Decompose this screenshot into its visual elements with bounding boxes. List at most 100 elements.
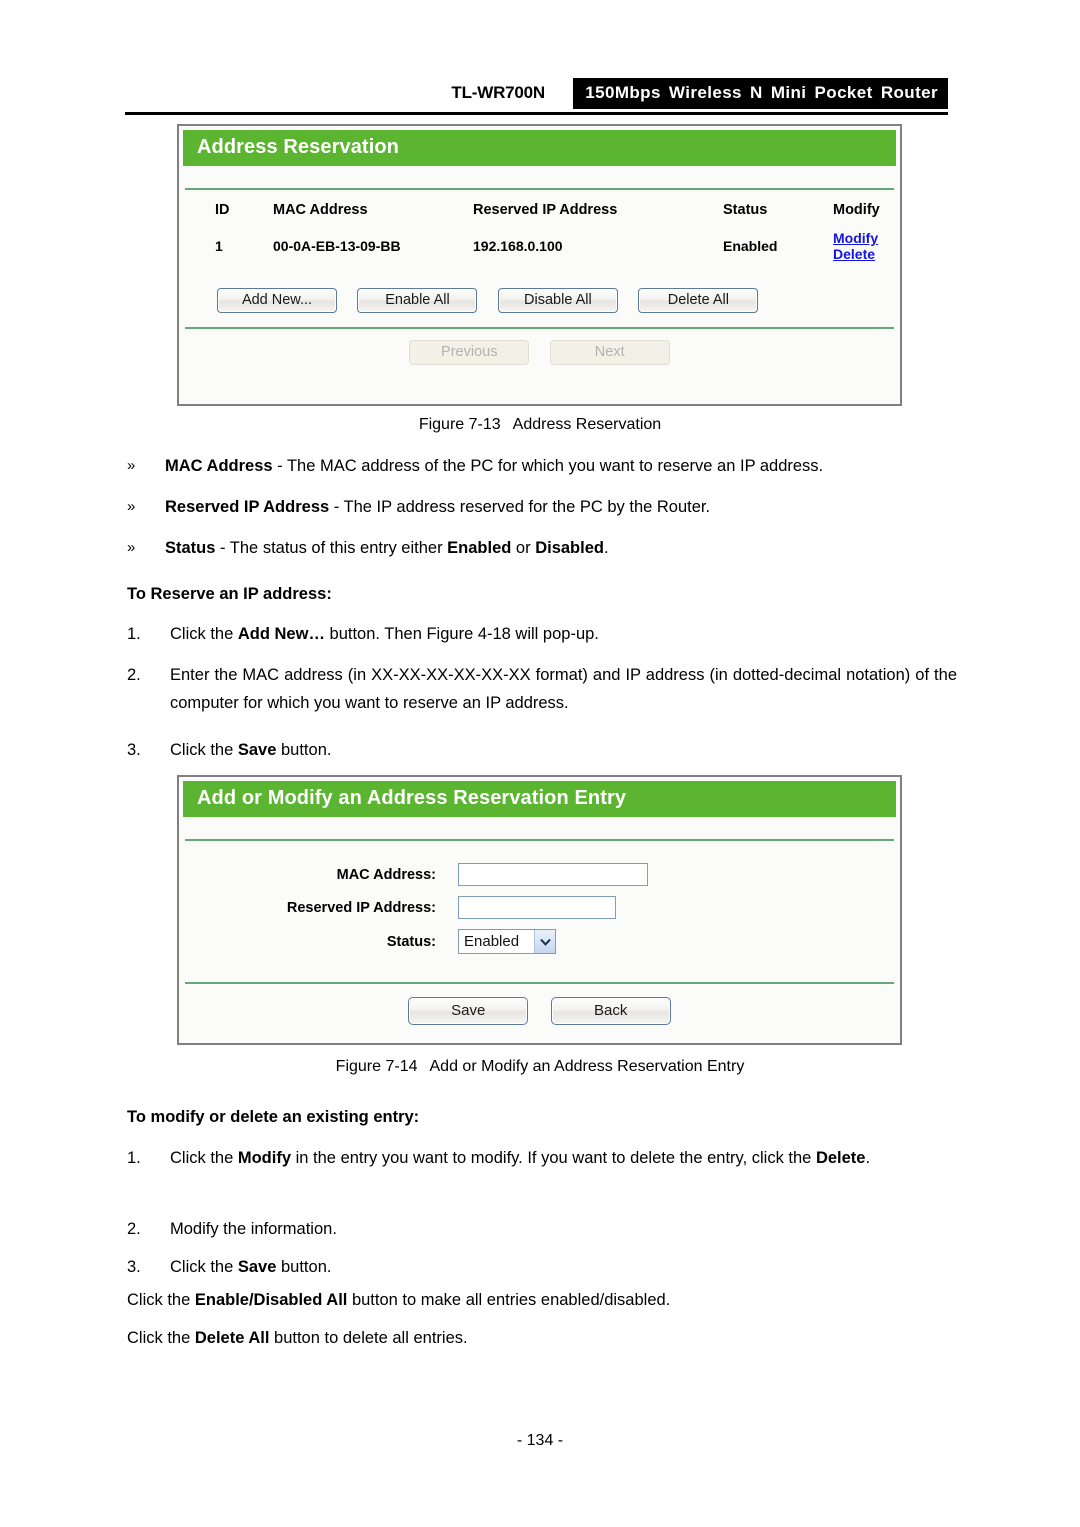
step-text-mid: in the entry you want to modify. If you … xyxy=(291,1149,816,1167)
column-header-status: Status xyxy=(723,202,768,218)
note-text-pre: Click the xyxy=(127,1291,195,1309)
bullet-text: MAC Address - The MAC address of the PC … xyxy=(165,455,957,477)
bullet-body-pre: - The status of this entry either xyxy=(215,539,448,557)
chevron-down-icon xyxy=(534,930,555,953)
router-product-banner: 150Mbps Wireless N Mini Pocket Router xyxy=(573,78,948,109)
note-text-post: button to make all entries enabled/disab… xyxy=(347,1291,671,1309)
step-text-pre: Click the xyxy=(170,1258,238,1276)
modify-step-2: 2. Modify the information. xyxy=(127,1215,957,1243)
figure-caption-7-13: Figure 7-13 Address Reservation xyxy=(0,416,1080,434)
bullet-emphasis-enabled: Enabled xyxy=(447,539,512,557)
panel-title-add-modify-entry: Add or Modify an Address Reservation Ent… xyxy=(183,781,896,817)
delete-link[interactable]: Delete xyxy=(833,246,875,262)
step-number: 3. xyxy=(127,741,141,759)
step-number: 1. xyxy=(127,625,141,643)
modify-link[interactable]: Modify xyxy=(833,230,878,246)
mac-address-input[interactable] xyxy=(458,863,648,886)
status-selected-value: Enabled xyxy=(464,933,520,950)
panel-title-address-reservation: Address Reservation xyxy=(183,130,896,166)
figure-caption-7-14: Figure 7-14 Add or Modify an Address Rese… xyxy=(0,1058,1080,1076)
step-text-pre: Click the xyxy=(170,1149,238,1167)
page-number-footer: - 134 - xyxy=(516,1432,564,1449)
note-text-pre: Click the xyxy=(127,1329,195,1347)
status-select[interactable]: Enabled xyxy=(458,929,556,954)
next-page-button[interactable]: Next xyxy=(549,340,670,365)
step-text: Click the Add New… button. Then Figure 4… xyxy=(170,620,957,648)
step-text: Click the Save button. xyxy=(170,736,957,764)
figure-number: Figure 7-14 xyxy=(335,1058,418,1075)
bullet-chevron-icon: » xyxy=(127,539,136,556)
modify-section-heading: To modify or delete an existing entry: xyxy=(127,1108,420,1126)
delete-all-button[interactable]: Delete All xyxy=(638,288,759,313)
bullet-term: Status xyxy=(165,539,216,557)
figure-title: Address Reservation xyxy=(512,416,662,433)
note-text-post: button to delete all entries. xyxy=(269,1329,468,1347)
pager-row: Previous Next xyxy=(183,329,896,376)
step-text-pre: Click the xyxy=(170,625,238,643)
disable-all-button[interactable]: Disable All xyxy=(497,288,618,313)
address-reservation-table: ID MAC Address Reserved IP Address Statu… xyxy=(183,190,896,270)
step-text-post: . xyxy=(865,1149,871,1167)
bullet-chevron-icon: » xyxy=(127,457,136,474)
cell-modify-actions: Modify Delete xyxy=(833,226,896,270)
note-emphasis: Delete All xyxy=(194,1329,270,1347)
bullet-emphasis-disabled: Disabled xyxy=(535,539,604,557)
bullet-reserved-ip-address: » Reserved IP Address - The IP address r… xyxy=(127,496,957,518)
form-row-mac-address: MAC Address: xyxy=(183,863,896,886)
step-text-post: button. xyxy=(276,1258,332,1276)
bullet-term: Reserved IP Address xyxy=(165,498,330,516)
step-number: 1. xyxy=(127,1149,141,1167)
step-text-post: button. Then Figure 4-18 will pop-up. xyxy=(324,625,599,643)
reserve-section-heading: To Reserve an IP address: xyxy=(127,585,332,603)
modify-step-1: 1. Click the Modify in the entry you wan… xyxy=(127,1144,965,1172)
step-number: 2. xyxy=(127,666,141,684)
router-model-label: TL-WR700N xyxy=(451,83,545,102)
reservation-entry-form: MAC Address: Reserved IP Address: Status… xyxy=(183,841,896,982)
bullet-status: » Status - The status of this entry eith… xyxy=(127,537,957,559)
column-header-mac: MAC Address xyxy=(273,202,368,218)
panel-spacer xyxy=(183,817,896,839)
reserve-step-2: 2. Enter the MAC address (in XX-XX-XX-XX… xyxy=(127,661,957,718)
add-new-button[interactable]: Add New... xyxy=(217,288,337,313)
reserve-step-3: 3. Click the Save button. xyxy=(127,736,957,764)
add-modify-entry-panel: Add or Modify an Address Reservation Ent… xyxy=(177,775,902,1045)
table-row: 1 00-0A-EB-13-09-BB 192.168.0.100 Enable… xyxy=(183,226,896,270)
step-number: 3. xyxy=(127,1258,141,1276)
status-label: Status: xyxy=(386,933,436,950)
step-emphasis-modify: Modify xyxy=(237,1149,292,1167)
bullet-body-mid: or xyxy=(511,539,536,557)
save-button[interactable]: Save xyxy=(408,997,529,1025)
column-header-modify: Modify xyxy=(833,202,880,218)
step-emphasis: Save xyxy=(237,1258,277,1276)
form-button-row: Save Back xyxy=(183,984,896,1037)
bullet-term: MAC Address xyxy=(165,457,273,475)
form-row-reserved-ip: Reserved IP Address: xyxy=(183,896,896,919)
bullet-body: - The MAC address of the PC for which yo… xyxy=(272,457,824,475)
note-enable-disable-all: Click the Enable/Disabled All button to … xyxy=(127,1291,967,1310)
bullet-text: Reserved IP Address - The IP address res… xyxy=(165,496,957,518)
table-header-row: ID MAC Address Reserved IP Address Statu… xyxy=(183,190,896,226)
reserved-ip-input[interactable] xyxy=(458,896,616,919)
bullet-text: Status - The status of this entry either… xyxy=(165,537,957,559)
mac-address-label: MAC Address: xyxy=(336,866,436,883)
step-emphasis: Save xyxy=(237,741,277,759)
enable-all-button[interactable]: Enable All xyxy=(357,288,478,313)
bullet-body: - The IP address reserved for the PC by … xyxy=(329,498,711,516)
step-text: Modify the information. xyxy=(170,1220,337,1238)
cell-id: 1 xyxy=(215,238,223,254)
step-text: Click the Save button. xyxy=(170,1253,957,1281)
panel-spacer xyxy=(183,166,896,188)
previous-page-button[interactable]: Previous xyxy=(409,340,530,365)
step-text: Click the Modify in the entry you want t… xyxy=(170,1144,965,1172)
reserved-ip-label: Reserved IP Address: xyxy=(286,899,436,916)
step-emphasis: Add New… xyxy=(237,625,325,643)
table-action-button-row: Add New... Enable All Disable All Delete… xyxy=(183,270,896,327)
step-text: Enter the MAC address (in XX-XX-XX-XX-XX… xyxy=(170,666,957,713)
back-button[interactable]: Back xyxy=(550,997,671,1025)
note-delete-all: Click the Delete All button to delete al… xyxy=(127,1329,967,1348)
step-emphasis-delete: Delete xyxy=(815,1149,866,1167)
cell-status: Enabled xyxy=(723,238,778,254)
column-header-id: ID xyxy=(215,202,230,218)
step-number: 2. xyxy=(127,1220,141,1238)
page-header: TL-WR700N 150Mbps Wireless N Mini Pocket… xyxy=(125,78,948,115)
